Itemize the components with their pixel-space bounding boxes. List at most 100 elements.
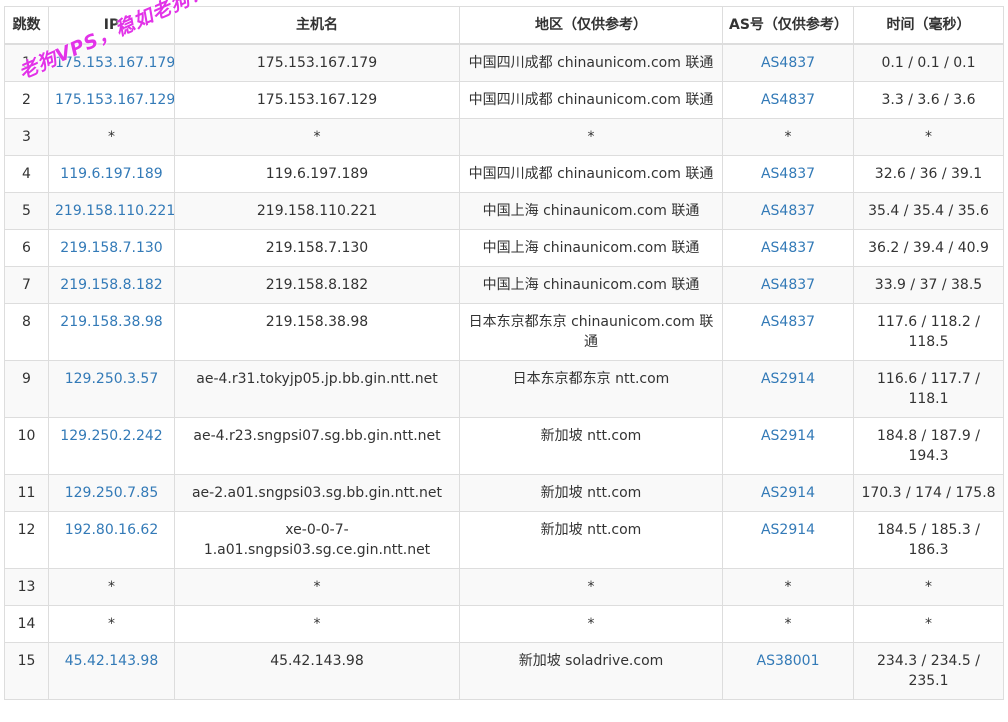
table-row: 13 * * * * * — [4, 568, 1004, 606]
time-cell: 32.6 / 36 / 39.1 — [853, 155, 1004, 193]
table-row: 11 129.250.7.85 ae-2.a01.sngpsi03.sg.bb.gi… — [4, 474, 1004, 512]
hop-cell: 8 — [4, 303, 49, 361]
region-cell: 新加坡 ntt.com — [459, 417, 723, 475]
as-cell[interactable]: AS4837 — [722, 43, 854, 82]
hostname-cell: 175.153.167.179 — [174, 43, 460, 82]
time-cell: * — [853, 568, 1004, 606]
as-cell[interactable]: AS2914 — [722, 360, 854, 418]
ip-cell: * — [48, 568, 175, 606]
hostname-cell: 219.158.8.182 — [174, 266, 460, 304]
ip-cell[interactable]: 219.158.8.182 — [48, 266, 175, 304]
time-cell: 0.1 / 0.1 / 0.1 — [853, 43, 1004, 82]
time-cell: 3.3 / 3.6 / 3.6 — [853, 81, 1004, 119]
hop-cell: 10 — [4, 417, 49, 475]
table-row: 7 219.158.8.182 219.158.8.182 中国上海 chinauni… — [4, 266, 1004, 304]
as-cell[interactable]: AS4837 — [722, 155, 854, 193]
region-cell: 日本东京都东京 chinaunicom.com 联通 — [459, 303, 723, 361]
as-cell[interactable]: AS4837 — [722, 303, 854, 361]
hop-cell: 1 — [4, 43, 49, 82]
hostname-cell: ae-4.r31.tokyjp05.jp.bb.gin.ntt.net — [174, 360, 460, 418]
time-cell: 170.3 / 174 / 175.8 — [853, 474, 1004, 512]
region-cell: 中国上海 chinaunicom.com 联通 — [459, 229, 723, 267]
ip-cell[interactable]: 219.158.38.98 — [48, 303, 175, 361]
hop-cell: 13 — [4, 568, 49, 606]
header-as: AS号（仅供参考） — [722, 6, 854, 45]
hostname-cell: xe-0-0-7-1.a01.sngpsi03.sg.ce.gin.ntt.ne… — [174, 511, 460, 569]
as-cell[interactable]: AS4837 — [722, 81, 854, 119]
as-cell[interactable]: AS2914 — [722, 417, 854, 475]
hop-cell: 6 — [4, 229, 49, 267]
table-row: 12 192.80.16.62 xe-0-0-7-1.a01.sngpsi03.sg… — [4, 511, 1004, 569]
ip-cell[interactable]: 129.250.2.242 — [48, 417, 175, 475]
table-row: 3 * * * * * — [4, 118, 1004, 156]
hostname-cell: ae-4.r23.sngpsi07.sg.bb.gin.ntt.net — [174, 417, 460, 475]
hostname-cell: ae-2.a01.sngpsi03.sg.bb.gin.ntt.net — [174, 474, 460, 512]
region-cell: * — [459, 568, 723, 606]
header-hop: 跳数 — [4, 6, 49, 45]
header-time: 时间（毫秒） — [853, 6, 1004, 45]
region-cell: 新加坡 ntt.com — [459, 474, 723, 512]
table-row: 2 175.153.167.129 175.153.167.129 中国四川成都 ch… — [4, 81, 1004, 119]
table-row: 8 219.158.38.98 219.158.38.98 日本东京都东京 china… — [4, 303, 1004, 361]
as-cell[interactable]: AS4837 — [722, 266, 854, 304]
region-cell: 日本东京都东京 ntt.com — [459, 360, 723, 418]
table-row: 1 175.153.167.179 175.153.167.179 中国四川成都 ch… — [4, 43, 1004, 82]
table-row: 14 * * * * * — [4, 605, 1004, 643]
as-cell[interactable]: AS2914 — [722, 511, 854, 569]
table-header-row: 跳数 IP 主机名 地区（仅供参考） AS号（仅供参考） 时间（毫秒） — [4, 6, 1004, 45]
hostname-cell: 219.158.110.221 — [174, 192, 460, 230]
table-row: 6 219.158.7.130 219.158.7.130 中国上海 chinauni… — [4, 229, 1004, 267]
time-cell: 234.3 / 234.5 / 235.1 — [853, 642, 1004, 700]
ip-cell[interactable]: 175.153.167.129 — [48, 81, 175, 119]
as-cell[interactable]: AS4837 — [722, 229, 854, 267]
ip-cell[interactable]: 175.153.167.179 — [48, 43, 175, 82]
time-cell: 116.6 / 117.7 / 118.1 — [853, 360, 1004, 418]
ip-cell[interactable]: 219.158.110.221 — [48, 192, 175, 230]
hop-cell: 5 — [4, 192, 49, 230]
ip-cell[interactable]: 219.158.7.130 — [48, 229, 175, 267]
header-ip: IP — [48, 6, 175, 45]
as-cell: * — [722, 605, 854, 643]
time-cell: 184.5 / 185.3 / 186.3 — [853, 511, 1004, 569]
ip-cell[interactable]: 129.250.3.57 — [48, 360, 175, 418]
header-region: 地区（仅供参考） — [459, 6, 723, 45]
hop-cell: 15 — [4, 642, 49, 700]
hop-cell: 14 — [4, 605, 49, 643]
hostname-cell: 45.42.143.98 — [174, 642, 460, 700]
table-row: 5 219.158.110.221 219.158.110.221 中国上海 chin… — [4, 192, 1004, 230]
table-row: 15 45.42.143.98 45.42.143.98 新加坡 soladrive.… — [4, 642, 1004, 700]
hop-cell: 11 — [4, 474, 49, 512]
time-cell: * — [853, 118, 1004, 156]
hostname-cell: 119.6.197.189 — [174, 155, 460, 193]
time-cell: * — [853, 605, 1004, 643]
as-cell[interactable]: AS4837 — [722, 192, 854, 230]
ip-cell[interactable]: 129.250.7.85 — [48, 474, 175, 512]
hostname-cell: 219.158.7.130 — [174, 229, 460, 267]
region-cell: 中国四川成都 chinaunicom.com 联通 — [459, 81, 723, 119]
time-cell: 184.8 / 187.9 / 194.3 — [853, 417, 1004, 475]
region-cell: 新加坡 soladrive.com — [459, 642, 723, 700]
time-cell: 33.9 / 37 / 38.5 — [853, 266, 1004, 304]
hostname-cell: * — [174, 605, 460, 643]
region-cell: * — [459, 118, 723, 156]
hop-cell: 2 — [4, 81, 49, 119]
as-cell[interactable]: AS38001 — [722, 642, 854, 700]
hop-cell: 12 — [4, 511, 49, 569]
ip-cell: * — [48, 118, 175, 156]
time-cell: 117.6 / 118.2 / 118.5 — [853, 303, 1004, 361]
as-cell: * — [722, 118, 854, 156]
hop-cell: 3 — [4, 118, 49, 156]
ip-cell: * — [48, 605, 175, 643]
hop-cell: 4 — [4, 155, 49, 193]
region-cell: 中国四川成都 chinaunicom.com 联通 — [459, 43, 723, 82]
hostname-cell: * — [174, 118, 460, 156]
ip-cell[interactable]: 192.80.16.62 — [48, 511, 175, 569]
ip-cell[interactable]: 45.42.143.98 — [48, 642, 175, 700]
hostname-cell: 219.158.38.98 — [174, 303, 460, 361]
hop-cell: 9 — [4, 360, 49, 418]
region-cell: 新加坡 ntt.com — [459, 511, 723, 569]
as-cell[interactable]: AS2914 — [722, 474, 854, 512]
time-cell: 35.4 / 35.4 / 35.6 — [853, 192, 1004, 230]
as-cell: * — [722, 568, 854, 606]
ip-cell[interactable]: 119.6.197.189 — [48, 155, 175, 193]
